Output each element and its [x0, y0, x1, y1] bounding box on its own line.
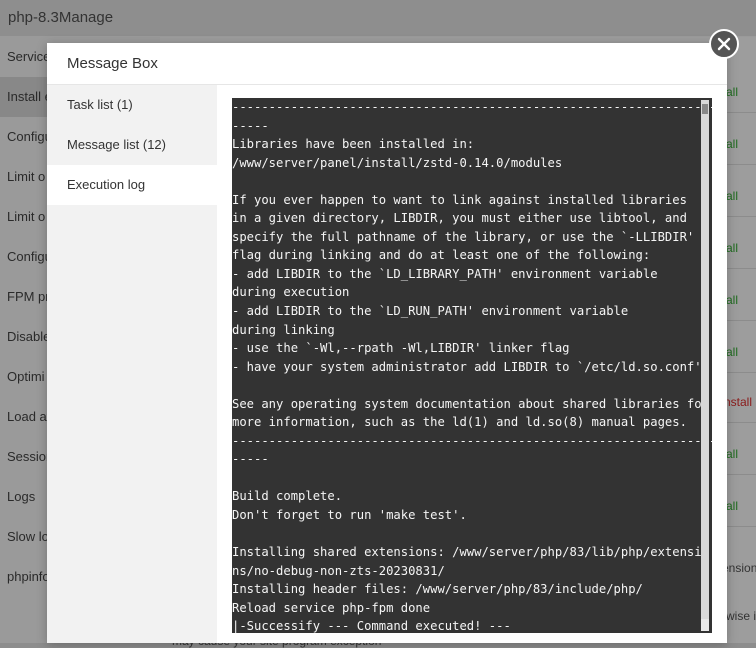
background-tail-1: ension — [722, 561, 756, 575]
message-box-dialog: Message Box Task list (1) Message list (1… — [47, 43, 727, 643]
tab-execution-log[interactable]: Execution log — [47, 165, 217, 205]
background-status-fragment: all — [726, 293, 739, 307]
dialog-title: Message Box — [47, 43, 727, 85]
tab-task-list-1[interactable]: Task list (1) — [47, 85, 217, 125]
background-status-fragment: all — [726, 499, 739, 513]
execution-log-panel[interactable]: ----------------------------------------… — [232, 98, 712, 633]
background-tail-2: wise i — [726, 609, 756, 623]
scrollbar-down-arrow[interactable] — [701, 619, 709, 631]
execution-log-text: ----------------------------------------… — [232, 100, 712, 633]
background-status-fragment: all — [726, 345, 739, 359]
background-title: php-8.3Manage — [0, 0, 756, 36]
background-status-fragment: all — [726, 447, 739, 461]
log-scrollbar[interactable] — [701, 100, 709, 631]
background-status-fragment: all — [726, 241, 739, 255]
background-status-fragment: nstall — [724, 395, 753, 409]
tab-message-list-12[interactable]: Message list (12) — [47, 125, 217, 165]
background-status-fragment: all — [726, 189, 739, 203]
background-status-fragment: all — [726, 85, 739, 99]
dialog-tabs: Task list (1) Message list (12) Execution … — [47, 85, 217, 643]
scrollbar-up-arrow[interactable] — [702, 104, 708, 114]
close-button[interactable] — [709, 29, 739, 59]
background-status-fragment: all — [726, 137, 739, 151]
close-icon — [717, 37, 731, 51]
